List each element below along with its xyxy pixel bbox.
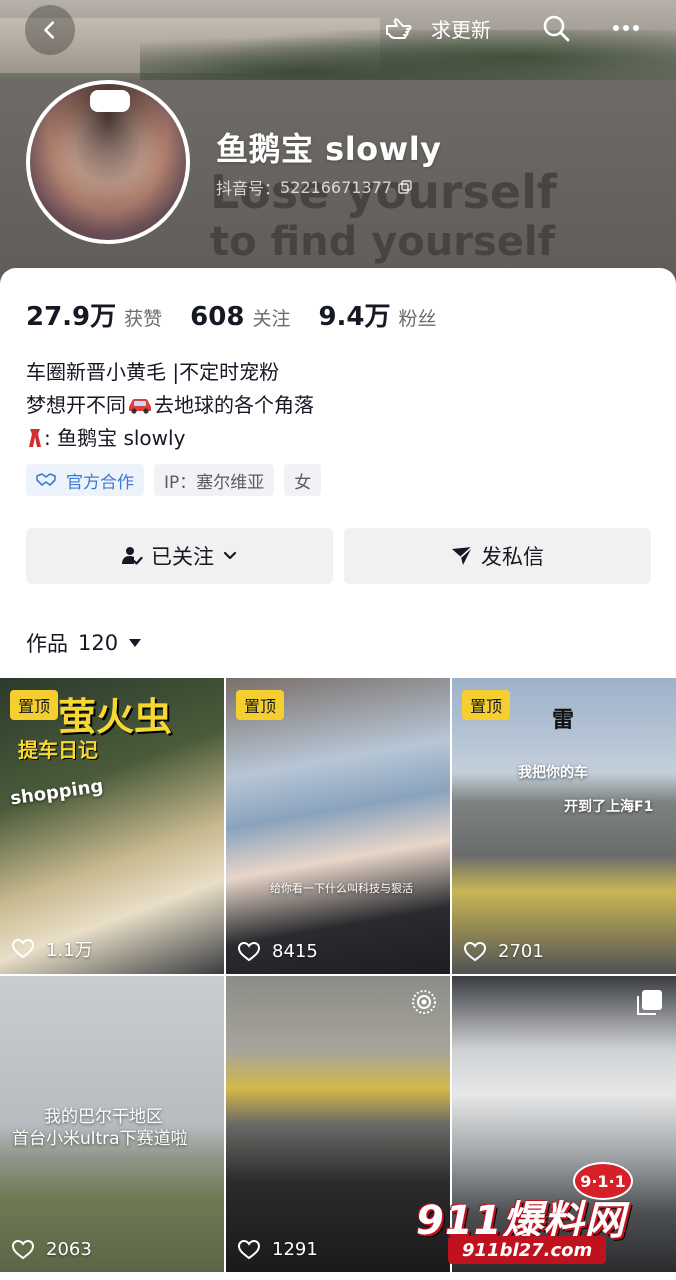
pinned-badge: 置顶 xyxy=(236,690,285,720)
multi-image-icon xyxy=(637,990,662,1015)
gender-tag: 女 xyxy=(284,464,322,496)
heart-icon xyxy=(238,1239,260,1259)
like-count-value: 8415 xyxy=(272,941,318,962)
avatar-sticker xyxy=(90,90,130,112)
followed-label: 已关注 xyxy=(151,545,214,569)
video-thumbnail[interactable]: 雷 我把你的车 开到了上海F1 置顶 2701 xyxy=(452,678,676,974)
chevron-down-icon xyxy=(223,551,237,560)
thumbnail-caption: 给你看一下什么叫科技与狠活 xyxy=(270,882,413,895)
watermark-url: 911bl27.com xyxy=(448,1236,607,1264)
send-message-button[interactable]: 发私信 xyxy=(344,528,651,584)
official-collab-label: 官方合作 xyxy=(66,472,134,493)
send-icon xyxy=(452,546,473,565)
like-count-value: 2701 xyxy=(498,941,544,962)
stat-label: 关注 xyxy=(252,308,291,330)
pointing-hand-icon xyxy=(386,18,412,39)
copy-icon[interactable] xyxy=(398,180,412,194)
video-thumbnail[interactable]: 萤火虫 提车日记 shopping 置顶 1.1万 xyxy=(0,678,224,974)
search-icon[interactable] xyxy=(540,12,572,44)
like-count: 1.1万 xyxy=(12,936,93,962)
thumbnail-caption-2: 我把你的车 xyxy=(518,765,588,781)
thumbnail-subtitle: 提车日记 xyxy=(18,738,98,762)
stat-followers[interactable]: 9.4万 粉丝 xyxy=(318,296,436,333)
stat-label: 获赞 xyxy=(124,308,163,330)
like-count: 8415 xyxy=(238,941,318,962)
stat-value: 9.4万 xyxy=(318,302,391,332)
stat-value: 27.9万 xyxy=(26,302,117,332)
like-count: 1291 xyxy=(238,1239,318,1260)
thumbnail-title: 萤火虫 xyxy=(58,695,173,739)
like-count: 2063 xyxy=(12,1239,92,1260)
actions-row: 已关注 发私信 xyxy=(26,528,662,584)
bio: 车圈新晋小黄毛 |不定时宠粉 梦想开不同 去地球的各个角落 : 鱼鹅宝 slow… xyxy=(26,356,314,455)
like-count-value: 1.1万 xyxy=(46,940,93,961)
like-count-value: 2063 xyxy=(46,1239,92,1260)
profile-card: 27.9万 获赞 608 关注 9.4万 粉丝 车圈新晋小黄毛 |不定时宠粉 梦… xyxy=(0,268,676,678)
bio-line-3: : 鱼鹅宝 slowly xyxy=(26,422,314,455)
stat-following[interactable]: 608 关注 xyxy=(190,302,290,332)
followed-button[interactable]: 已关注 xyxy=(26,528,333,584)
pinned-badge: 置顶 xyxy=(462,690,511,720)
stats-row: 27.9万 获赞 608 关注 9.4万 粉丝 xyxy=(26,296,465,333)
bio-line-2-start: 梦想开不同 xyxy=(26,393,126,417)
thumbnail-caption-1: 雷 xyxy=(552,708,575,733)
like-count: 2701 xyxy=(464,941,544,962)
thumbnail-caption-3: 开到了上海F1 xyxy=(564,799,654,815)
user-check-icon xyxy=(122,547,143,565)
bio-line-2-end: 去地球的各个角落 xyxy=(154,393,314,417)
thumbnail-caption: shopping xyxy=(8,775,105,810)
tags-row: 官方合作 IP：塞尔维亚 女 xyxy=(26,464,331,496)
send-message-label: 发私信 xyxy=(481,545,544,569)
heart-icon xyxy=(238,941,260,961)
pinned-badge: 置顶 xyxy=(10,690,59,720)
stat-value: 608 xyxy=(190,302,245,332)
heart-icon xyxy=(464,941,486,961)
car-icon xyxy=(129,399,151,414)
request-update-button[interactable]: 求更新 xyxy=(383,12,491,44)
top-bar: 求更新 xyxy=(0,0,676,56)
works-label: 作品 xyxy=(26,632,68,656)
heart-icon xyxy=(12,1239,34,1259)
more-icon[interactable] xyxy=(608,12,644,44)
official-collab-tag[interactable]: 官方合作 xyxy=(26,464,144,496)
profile-name: 鱼鹅宝 slowly xyxy=(216,130,442,168)
request-update-label: 求更新 xyxy=(431,17,491,42)
thumbnail-caption-2: 首台小米ultra下赛道啦 xyxy=(12,1129,188,1149)
stat-label: 粉丝 xyxy=(398,308,437,330)
video-thumbnail[interactable]: 我的巴尔干地区 首台小米ultra下赛道啦 2063 xyxy=(0,976,224,1272)
ip-location-tag: IP：塞尔维亚 xyxy=(154,464,275,496)
video-thumbnail[interactable]: 给你看一下什么叫科技与狠活 置顶 8415 xyxy=(226,678,450,974)
like-count-value: 1291 xyxy=(272,1239,318,1260)
douyin-id-label: 抖音号： xyxy=(216,179,281,198)
bio-line-2: 梦想开不同 去地球的各个角落 xyxy=(26,389,314,422)
avatar[interactable] xyxy=(26,80,190,244)
chevron-left-icon xyxy=(44,21,55,39)
bio-line-3-text: : 鱼鹅宝 slowly xyxy=(44,426,186,450)
scarf-icon xyxy=(29,429,41,447)
watermark-logo: 9·1·1 911爆料网 911bl27.com xyxy=(408,1162,668,1272)
back-button[interactable] xyxy=(25,5,75,55)
handshake-icon xyxy=(36,473,56,486)
douyin-id[interactable]: 抖音号： 52216671377 xyxy=(216,175,412,199)
profile-page: Lose yourself to find yourself 求更新 鱼鹅宝 s… xyxy=(0,0,676,1280)
caret-down-icon xyxy=(129,639,142,647)
live-photo-icon xyxy=(412,990,436,1014)
stat-likes[interactable]: 27.9万 获赞 xyxy=(26,296,162,333)
banner-slogan-line2: to find yourself xyxy=(210,219,556,265)
works-tab[interactable]: 作品 120 xyxy=(26,628,142,658)
douyin-id-value: 52216671377 xyxy=(280,177,392,197)
bio-line-1: 车圈新晋小黄毛 |不定时宠粉 xyxy=(26,360,280,384)
heart-icon xyxy=(12,939,34,959)
works-count: 120 xyxy=(78,631,119,655)
